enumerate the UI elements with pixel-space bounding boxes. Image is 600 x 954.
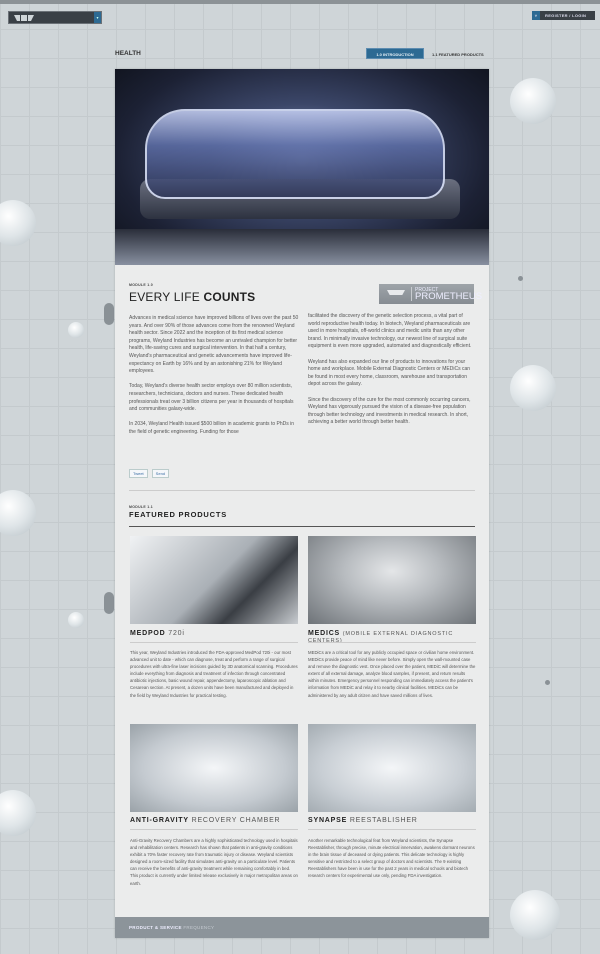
decorative-bubble <box>0 200 36 246</box>
decorative-dot <box>518 276 523 281</box>
product-desc-anti-gravity: Anti-Gravity Recovery Chambers are a hig… <box>130 838 298 886</box>
brand-logo-menu[interactable]: ▾ <box>8 11 102 24</box>
content-card: MODULE 1.0 EVERY LIFE COUNTS PROJECT PROM… <box>115 69 489 938</box>
user-icon: ▿ <box>532 11 540 20</box>
decorative-bubble <box>0 790 36 836</box>
product-title-medpod: MEDPOD 720i <box>130 630 185 637</box>
module-label: MODULE 1.0 <box>129 283 154 287</box>
hero-image-medpod <box>115 69 489 265</box>
share-buttons: Tweet Send <box>129 469 170 478</box>
divider <box>129 490 475 491</box>
divider <box>130 829 298 830</box>
page-title: HEALTH <box>115 50 141 57</box>
decorative-dot <box>545 680 550 685</box>
featured-products-heading: FEATURED PRODUCTS <box>129 510 228 519</box>
chevron-down-icon[interactable]: ▾ <box>94 12 101 23</box>
decorative-bubble <box>0 490 36 536</box>
divider <box>308 642 476 643</box>
decorative-dot <box>104 592 114 614</box>
tab-introduction[interactable]: 1.0 INTRODUCTION <box>366 48 424 59</box>
module-label: MODULE 1.1 <box>129 505 154 509</box>
product-desc-medpod: This year, Weyland Industries introduced… <box>130 650 298 698</box>
decorative-bubble <box>68 322 84 338</box>
medpod-image <box>130 536 298 624</box>
decorative-bubble <box>68 612 84 628</box>
footer-bar: PRODUCT & SERVICE FREQUENCY <box>115 917 489 938</box>
decorative-bubble <box>510 890 560 940</box>
section-heading: EVERY LIFE COUNTS <box>129 290 256 304</box>
anti-gravity-chamber-image <box>130 724 298 812</box>
weyland-logo-icon <box>14 15 34 21</box>
decorative-bubble <box>510 365 556 411</box>
tab-featured-products[interactable]: 1.1 FEATURED PRODUCTS <box>432 52 484 57</box>
divider <box>129 526 475 527</box>
facebook-send-button[interactable]: Send <box>151 469 170 478</box>
medics-image <box>308 536 476 624</box>
synapse-reestablisher-image <box>308 724 476 812</box>
tweet-button[interactable]: Tweet <box>129 469 148 478</box>
divider <box>308 829 476 830</box>
top-strip <box>0 0 600 4</box>
decorative-bubble <box>510 78 556 124</box>
register-login-label: REGISTER / LOGIN <box>545 13 587 18</box>
project-prometheus-logo: PROJECT PROMETHEUS <box>379 284 482 304</box>
decorative-dot <box>104 303 114 325</box>
product-desc-synapse: Another remarkable technological feat fr… <box>308 838 475 879</box>
intro-column-2: facilitated the discovery of the genetic… <box>308 313 472 426</box>
product-title-anti-gravity: ANTI-GRAVITY RECOVERY CHAMBER <box>130 817 281 824</box>
divider <box>130 642 298 643</box>
product-desc-medics: MEDiCs are a critical tool for any publi… <box>308 650 476 698</box>
product-title-synapse: SYNAPSE REESTABLISHER <box>308 817 418 824</box>
register-login-button[interactable]: ▿ REGISTER / LOGIN <box>532 11 595 20</box>
intro-column-1: Advances in medical science have improve… <box>129 315 299 435</box>
